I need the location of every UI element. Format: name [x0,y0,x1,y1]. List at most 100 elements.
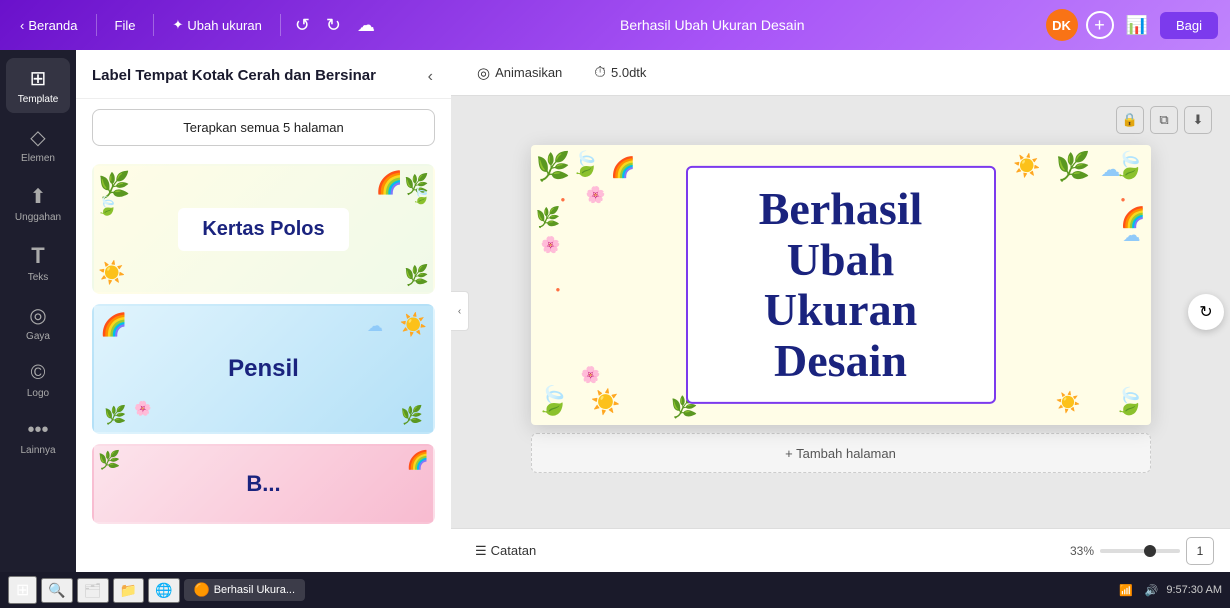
template-card-1[interactable]: 🌿 🌈 🌿 ☀️ 🌿 🍃 🍃 Kertas Polos [92,164,435,294]
avatar[interactable]: DK [1046,9,1078,41]
zoom-percent: 33% [1070,544,1094,558]
zoom-area: 33% 1 [1070,537,1214,565]
panel-collapse-button[interactable]: ‹ [426,66,435,88]
gaya-icon: ◎ [29,303,46,328]
taskview-button[interactable]: 🗂 [77,578,109,603]
add-collaborator-button[interactable]: + [1086,11,1114,39]
sidebar-item-unggahan[interactable]: ⬆ Unggahan [6,176,70,231]
notes-label: Catatan [491,543,537,558]
undo-button[interactable]: ↺ [291,11,314,40]
design-canvas[interactable]: 🌿 🍃 🌿 🍃 🌈 ☀️ ☁ ☁ 🍃 ☀️ 🌿 🍃 ☀️ 🌿 🌈 🌸 [531,145,1151,425]
refresh-button[interactable]: ↻ [1188,294,1224,330]
template-1-label: Kertas Polos [178,208,348,251]
animate-icon: ◎ [477,64,490,82]
duration-button[interactable]: ⏱ 5.0dtk [584,59,656,86]
system-time: 9:57:30 AM [1166,584,1222,596]
sidebar-item-template[interactable]: ⊞ Template [6,58,70,113]
animate-button[interactable]: ◎ Animasikan [467,59,572,87]
zoom-thumb [1144,545,1156,557]
panel-hide-toggle[interactable]: ‹ [451,291,469,331]
template-panel: Label Tempat Kotak Cerah dan Bersinar ‹ … [76,50,451,572]
file-button[interactable]: File [107,14,144,37]
file-label: File [115,18,136,33]
search-taskbar-button[interactable]: 🔍 [41,578,72,603]
canvas-action-icons: 🔒 ⧉ ⬇ [1116,106,1212,134]
template-3-label: B... [246,471,280,497]
page-indicator: 1 [1186,537,1214,565]
lainnya-label: Lainnya [20,445,55,456]
duration-label: 5.0dtk [611,65,646,80]
cloud-save-button[interactable]: ☁ [353,11,379,40]
back-label: Beranda [28,18,77,33]
unggahan-icon: ⬆ [30,184,47,209]
canvas-title-line2: Ukuran Desain [716,285,966,386]
main-area: ⊞ Template ◇ Elemen ⬆ Unggahan T Teks ◎ … [0,50,1230,572]
bottom-bar: ☰ Catatan ▲ 33% 1 [451,528,1230,572]
explorer-button[interactable]: 📁 [113,578,144,603]
lainnya-icon: ••• [27,419,48,442]
teks-icon: T [31,243,44,269]
nav-divider-3 [280,14,281,36]
canvas-lock-button[interactable]: 🔒 [1116,106,1144,134]
canvas-title-line1: Berhasil Ubah [716,184,966,285]
sidebar-item-elemen[interactable]: ◇ Elemen [6,117,70,172]
notes-button[interactable]: ☰ Catatan [467,539,544,563]
apply-all-button[interactable]: Terapkan semua 5 halaman [92,109,435,146]
canvas-toolbar: ◎ Animasikan ⏱ 5.0dtk [451,50,1230,96]
chart-button[interactable]: 📊 [1122,11,1152,40]
add-page-label: + Tambah halaman [785,446,896,461]
canva-taskbar-app[interactable]: 🟠 Berhasil Ukura... [184,579,306,601]
page-number: 1 [1197,544,1204,558]
canva-app-label: Berhasil Ukura... [214,584,295,596]
design-title: Berhasil Ubah Ukuran Desain [387,17,1038,33]
edge-button[interactable]: 🌐 [148,578,179,603]
nav-divider-2 [153,14,154,36]
canvas-wrapper: 🔒 ⧉ ⬇ ↻ 🌿 🍃 🌿 🍃 🌈 ☀️ ☁ ☁ [451,96,1230,528]
canvas-copy-button[interactable]: ⧉ [1150,106,1178,134]
canvas-download-button[interactable]: ⬇ [1184,106,1212,134]
template-icon: ⊞ [30,66,47,91]
add-page-button[interactable]: + Tambah halaman [531,433,1151,473]
notes-icon: ☰ [475,543,487,559]
network-icon: 📶 [1115,582,1137,599]
canvas-text-box[interactable]: Berhasil Ubah Ukuran Desain [686,166,996,404]
back-button[interactable]: ‹ Beranda [12,14,86,37]
panel-title: Label Tempat Kotak Cerah dan Bersinar [92,66,376,86]
sidebar-item-gaya[interactable]: ◎ Gaya [6,295,70,350]
canvas-area: ‹ ◎ Animasikan ⏱ 5.0dtk 🔒 ⧉ ⬇ ↻ [451,50,1230,572]
logo-label: Logo [27,388,49,399]
elemen-label: Elemen [21,153,55,164]
nav-divider-1 [96,14,97,36]
left-sidebar: ⊞ Template ◇ Elemen ⬆ Unggahan T Teks ◎ … [0,50,76,572]
windows-taskbar: ⊞ 🔍 🗂 📁 🌐 🟠 Berhasil Ukura... 📶 🔊 9:57:3… [0,572,1230,608]
volume-icon: 🔊 [1141,582,1163,599]
template-list: 🌿 🌈 🌿 ☀️ 🌿 🍃 🍃 Kertas Polos 🌈 ☀️ 🌿 🌿 ☁ 🌸… [76,156,451,572]
sidebar-item-teks[interactable]: T Teks [6,235,70,291]
back-icon: ‹ [20,18,24,33]
sidebar-item-lainnya[interactable]: ••• Lainnya [6,411,70,464]
canvas-stack: 🌿 🍃 🌿 🍃 🌈 ☀️ ☁ ☁ 🍃 ☀️ 🌿 🍃 ☀️ 🌿 🌈 🌸 [501,145,1181,479]
taskbar-right: 📶 🔊 9:57:30 AM [1115,582,1222,599]
nav-right-area: DK + 📊 Bagi [1046,9,1218,41]
animate-label: Animasikan [495,65,562,80]
resize-button[interactable]: ✦ Ubah ukuran [164,13,269,37]
sidebar-item-logo[interactable]: © Logo [6,354,70,407]
template-2-label: Pensil [228,355,299,383]
template-label: Template [18,94,59,105]
duration-icon: ⏱ [594,64,606,81]
redo-button[interactable]: ↻ [322,11,345,40]
elemen-icon: ◇ [30,125,45,150]
zoom-slider[interactable] [1100,549,1180,553]
template-card-2[interactable]: 🌈 ☀️ 🌿 🌿 ☁ 🌸 Pensil [92,304,435,434]
template-card-3[interactable]: 🌿 🌈 B... [92,444,435,524]
teks-label: Teks [28,272,49,283]
logo-icon: © [31,362,46,385]
gaya-label: Gaya [26,331,50,342]
canva-app-icon: 🟠 [194,582,210,598]
start-button[interactable]: ⊞ [8,576,37,604]
share-button[interactable]: Bagi [1160,12,1218,39]
resize-label: Ubah ukuran [187,18,261,33]
top-navbar: ‹ Beranda File ✦ Ubah ukuran ↺ ↻ ☁ Berha… [0,0,1230,50]
unggahan-label: Unggahan [15,212,61,223]
panel-header: Label Tempat Kotak Cerah dan Bersinar ‹ [76,50,451,99]
